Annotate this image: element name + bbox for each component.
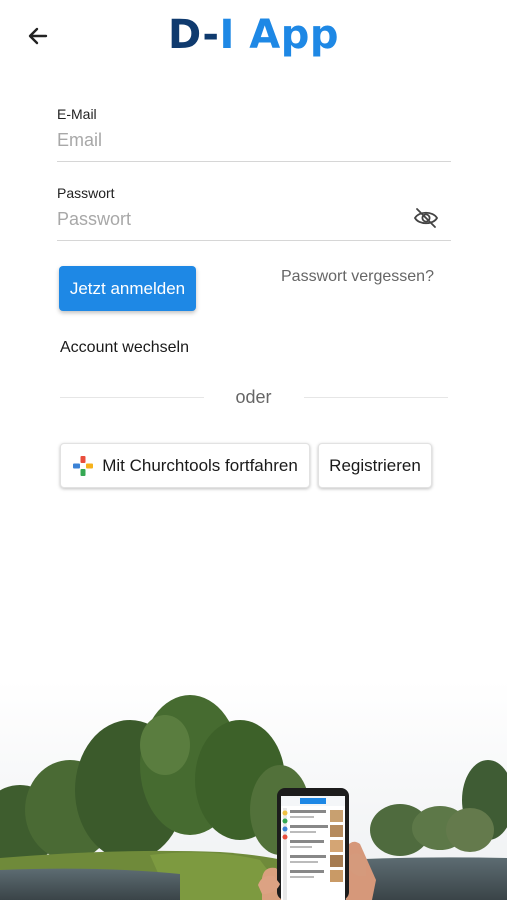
- password-field-group: Passwort: [57, 185, 451, 241]
- register-button[interactable]: Registrieren: [318, 443, 432, 488]
- logo-part-2: I App: [219, 12, 340, 58]
- app-logo: D-I App: [0, 12, 507, 58]
- churchtools-logo-icon: [72, 455, 94, 477]
- email-label: E-Mail: [57, 106, 97, 122]
- forgot-password-link[interactable]: Passwort vergessen?: [281, 268, 434, 286]
- landscape-background-image: [0, 680, 507, 900]
- email-input[interactable]: [57, 122, 451, 162]
- divider-line-right: [304, 397, 448, 398]
- login-button[interactable]: Jetzt anmelden: [59, 266, 196, 311]
- churchtools-button[interactable]: Mit Churchtools fortfahren: [60, 443, 310, 488]
- email-field-group: E-Mail: [57, 106, 451, 162]
- eye-off-icon[interactable]: [413, 207, 439, 234]
- logo-part-1: D-: [167, 12, 220, 58]
- password-input[interactable]: [57, 201, 451, 241]
- churchtools-button-label: Mit Churchtools fortfahren: [102, 455, 298, 475]
- password-label: Passwort: [57, 185, 115, 201]
- switch-account-link[interactable]: Account wechseln: [60, 339, 189, 357]
